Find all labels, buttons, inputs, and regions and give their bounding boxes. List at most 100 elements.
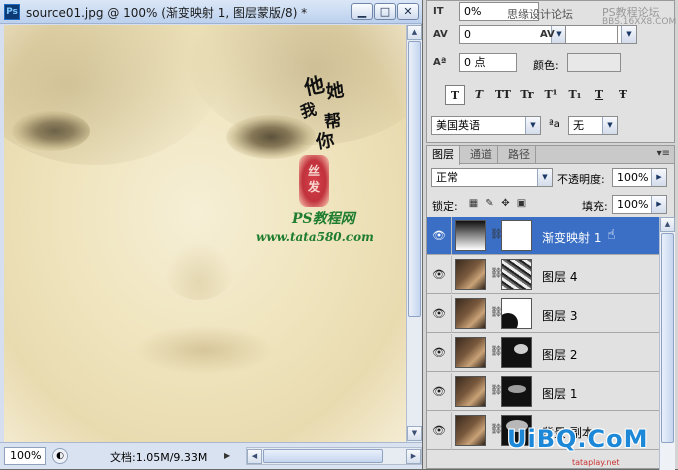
eye-icon[interactable]: 👁 — [430, 422, 448, 440]
layer-name: 图层 4 — [542, 270, 578, 284]
scroll-thumb[interactable] — [661, 233, 674, 443]
status-bar: 100% ◐ 文档:1.05M/9.33M ▶ ◀ ▶ — [0, 442, 422, 469]
opacity-arrow-icon[interactable]: ▶ — [651, 169, 666, 186]
layer-row-2[interactable]: 👁 ⛓ 图层 2 — [427, 334, 659, 372]
document-title: source01.jpg @ 100% (渐变映射 1, 图层蒙版/8) * — [26, 6, 308, 20]
chevron-down-icon[interactable]: ▼ — [602, 117, 617, 134]
scroll-up-arrow-icon[interactable]: ▲ — [660, 217, 675, 232]
strikethrough-button[interactable]: Ŧ — [613, 85, 633, 105]
opacity-field[interactable]: 100% ▶ — [612, 168, 667, 187]
fill-arrow-icon[interactable]: ▶ — [651, 196, 666, 213]
small-caps-button[interactable]: Tr — [517, 85, 537, 105]
close-button[interactable]: ✕ — [397, 3, 419, 20]
subscript-button[interactable]: T₁ — [565, 85, 585, 105]
document-titlebar[interactable]: Ps source01.jpg @ 100% (渐变映射 1, 图层蒙版/8) … — [0, 0, 422, 24]
layer-mask-thumbnail[interactable] — [501, 337, 532, 368]
eye-icon[interactable]: 👁 — [430, 383, 448, 401]
tracking-dropdown[interactable]: ▼ — [617, 25, 637, 44]
divider — [451, 295, 452, 333]
scroll-thumb[interactable] — [263, 449, 383, 463]
gradient-map-thumbnail[interactable] — [455, 220, 486, 251]
baseline-shift-field[interactable]: 0 点 — [459, 53, 517, 72]
chevron-down-icon[interactable]: ▼ — [621, 26, 636, 43]
kerning-icon: AV — [433, 29, 448, 40]
scroll-left-arrow-icon[interactable]: ◀ — [247, 449, 262, 464]
horizontal-scrollbar[interactable]: ◀ ▶ — [246, 447, 422, 465]
fill-value: 100% — [617, 198, 649, 211]
antialias-icon: ªa — [549, 119, 560, 130]
layers-panel: 图层 通道 路径 ▾≡ 正常 ▼ 不透明度: 100% ▶ 锁定: ▦ ✎ ✥ … — [426, 145, 675, 470]
mask-shape — [514, 344, 528, 354]
scroll-right-arrow-icon[interactable]: ▶ — [406, 449, 421, 464]
minimize-button[interactable]: ▁ — [351, 3, 373, 20]
opacity-value: 100% — [617, 171, 649, 184]
underline-button[interactable]: T — [589, 85, 609, 105]
eye-icon[interactable]: 👁 — [430, 227, 448, 245]
vertical-scrollbar[interactable]: ▲ ▼ — [406, 25, 422, 442]
status-info-icon[interactable]: ◐ — [52, 448, 68, 464]
baseline-shift-icon: Aª — [433, 57, 447, 68]
scroll-thumb[interactable] — [408, 41, 421, 317]
zoom-field[interactable]: 100% — [4, 447, 46, 465]
layer-name: 渐变映射 1 — [542, 231, 602, 245]
antialias-select[interactable]: 无 ▼ — [568, 116, 618, 135]
vertical-scale-icon: IT — [433, 6, 444, 17]
eye-icon[interactable]: 👁 — [430, 344, 448, 362]
layer-thumbnail[interactable] — [455, 298, 486, 329]
color-swatch[interactable] — [567, 53, 621, 72]
document-window: Ps source01.jpg @ 100% (渐变映射 1, 图层蒙版/8) … — [0, 0, 422, 469]
layers-scrollbar[interactable]: ▲ — [659, 217, 675, 470]
layer-mask-thumbnail[interactable] — [501, 376, 532, 407]
promo-text: 思缘设计论坛 — [507, 8, 573, 21]
kerning-value: 0 — [464, 28, 471, 41]
divider — [451, 217, 452, 255]
divider — [451, 256, 452, 294]
divider — [451, 412, 452, 450]
superscript-button[interactable]: T¹ — [541, 85, 561, 105]
chevron-down-icon[interactable]: ▼ — [537, 169, 552, 186]
color-label: 颜色: — [533, 59, 559, 72]
mask-shape — [502, 313, 518, 328]
move-icon[interactable]: ✥ — [499, 197, 512, 210]
image-canvas[interactable]: 他 她 我 帮 你 丝发 PS教程网 www.tata580.com — [4, 25, 406, 442]
language-select[interactable]: 美国英语 ▼ — [431, 116, 541, 135]
layer-row-4[interactable]: 👁 ⛓ 图层 4 — [427, 256, 659, 294]
blend-mode-select[interactable]: 正常 ▼ — [431, 168, 553, 187]
layer-mask-thumbnail[interactable] — [501, 220, 532, 251]
lock-transparent-icon[interactable]: ▦ — [467, 197, 480, 210]
eye-icon[interactable]: 👁 — [430, 305, 448, 323]
lock-all-icon[interactable]: ▣ — [515, 197, 528, 210]
tab-layers[interactable]: 图层 — [427, 146, 460, 165]
blend-mode-value: 正常 — [436, 171, 458, 184]
seal-text: 丝发 — [307, 164, 320, 194]
character-panel: IT 0% 思缘设计论坛 PS教程论坛 BBS.16XX8.COM AV 0 ▼… — [426, 0, 676, 143]
antialias-value: 无 — [573, 119, 584, 132]
status-menu-arrow-icon[interactable]: ▶ — [224, 448, 236, 464]
faux-italic-button[interactable]: T — [469, 85, 489, 105]
tab-paths[interactable]: 路径 — [503, 146, 536, 164]
layer-mask-thumbnail[interactable] — [501, 298, 532, 329]
faux-bold-button[interactable]: T — [445, 85, 465, 105]
layer-thumbnail[interactable] — [455, 337, 486, 368]
layer-row-1[interactable]: 👁 ⛓ 图层 1 — [427, 373, 659, 411]
layer-row-3[interactable]: 👁 ⛓ 图层 3 — [427, 295, 659, 333]
fill-label: 填充: — [582, 200, 608, 213]
brush-icon[interactable]: ✎ — [483, 197, 496, 210]
chevron-down-icon[interactable]: ▼ — [525, 117, 540, 134]
eye-icon[interactable]: 👁 — [430, 266, 448, 284]
layer-row-gradient-map[interactable]: 👁 ⛓ 渐变映射 1 ☝ — [427, 217, 659, 255]
scroll-down-arrow-icon[interactable]: ▼ — [407, 426, 422, 441]
layer-thumbnail[interactable] — [455, 376, 486, 407]
layer-thumbnail[interactable] — [455, 415, 486, 446]
scroll-up-arrow-icon[interactable]: ▲ — [407, 25, 422, 40]
all-caps-button[interactable]: TT — [493, 85, 513, 105]
fill-field[interactable]: 100% ▶ — [612, 195, 667, 214]
maximize-button[interactable]: □ — [374, 3, 396, 20]
panel-menu-icon[interactable]: ▾≡ — [657, 148, 670, 159]
tab-channels[interactable]: 通道 — [465, 146, 498, 164]
panel-dock: IT 0% 思缘设计论坛 PS教程论坛 BBS.16XX8.COM AV 0 ▼… — [423, 0, 678, 470]
layer-thumbnail[interactable] — [455, 259, 486, 290]
layer-mask-thumbnail[interactable] — [501, 259, 532, 290]
hand-cursor-icon: ☝ — [607, 227, 616, 243]
opacity-label: 不透明度: — [557, 173, 605, 186]
